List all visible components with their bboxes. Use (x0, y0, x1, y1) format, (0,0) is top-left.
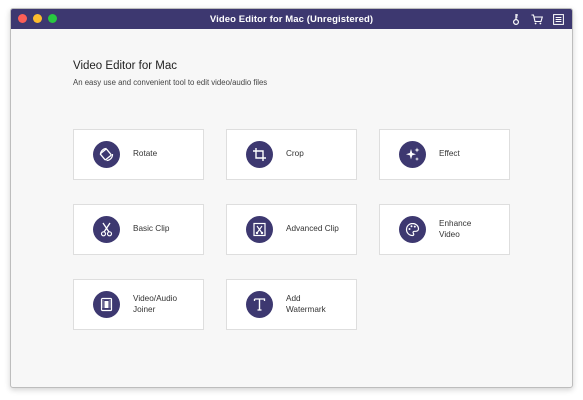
tool-label: Basic Clip (133, 224, 170, 234)
key-icon[interactable] (510, 13, 522, 25)
tool-card-add-watermark[interactable]: Add Watermark (226, 279, 357, 330)
palette-icon (399, 216, 426, 243)
rotate-icon (93, 141, 120, 168)
menu-icon[interactable] (552, 13, 564, 25)
page-subtitle: An easy use and convenient tool to edit … (73, 78, 268, 87)
tool-label: Crop (286, 149, 304, 159)
tool-label: Rotate (133, 149, 158, 159)
titlebar-actions (510, 13, 564, 25)
tool-label: Enhance Video (439, 219, 472, 239)
minimize-button[interactable] (33, 14, 42, 23)
app-window: Video Editor for Mac (Unregistered) Vide… (10, 8, 573, 388)
tool-card-crop[interactable]: Crop (226, 129, 357, 180)
window-title: Video Editor for Mac (Unregistered) (209, 13, 374, 25)
tool-label: Add Watermark (286, 294, 326, 314)
tool-card-rotate[interactable]: Rotate (73, 129, 204, 180)
zoom-button[interactable] (48, 14, 57, 23)
advanced-clip-icon (246, 216, 273, 243)
crop-icon (246, 141, 273, 168)
scissors-icon (93, 216, 120, 243)
tool-card-enhance-video[interactable]: Enhance Video (379, 204, 510, 255)
tool-label: Video/Audio Joiner (133, 294, 178, 314)
cart-icon[interactable] (531, 13, 543, 25)
title-bar: Video Editor for Mac (Unregistered) (11, 9, 572, 29)
tool-card-video-audio-joiner[interactable]: Video/Audio Joiner (73, 279, 204, 330)
effect-icon (399, 141, 426, 168)
window-controls (18, 14, 57, 23)
tool-label: Advanced Clip (286, 224, 339, 234)
tool-card-effect[interactable]: Effect (379, 129, 510, 180)
close-button[interactable] (18, 14, 27, 23)
film-joiner-icon (93, 291, 120, 318)
tool-card-advanced-clip[interactable]: Advanced Clip (226, 204, 357, 255)
page-title: Video Editor for Mac (73, 60, 177, 72)
tool-label: Effect (439, 149, 460, 159)
tool-card-basic-clip[interactable]: Basic Clip (73, 204, 204, 255)
text-watermark-icon (246, 291, 273, 318)
